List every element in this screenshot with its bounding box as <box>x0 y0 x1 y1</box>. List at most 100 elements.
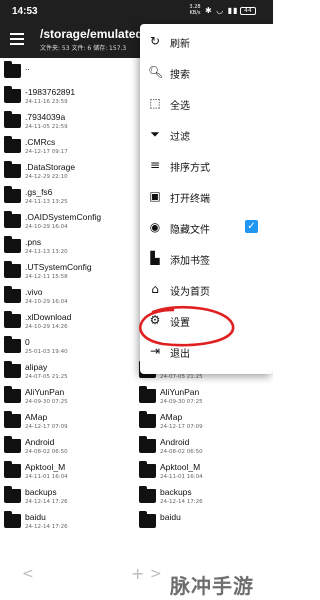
screen: 14:53 3.28 KB/s ✱ ◡ ▮▮ 44 /storage/emula… <box>0 0 273 600</box>
overflow-menu: ↻ 刷新 🔍︎ 搜索 ⬚ 全选 ⏷ 过滤 ≡ 排序方式 ▣ 打开终端 ◉ 隐藏文件 ✓ ▙ 添加书签 ⌂ 设为首页 ⚙… <box>140 24 273 374</box>
file-name: -1983762891 <box>25 87 76 97</box>
forward-button[interactable]: > <box>150 566 162 582</box>
file-date: 24-10-29 16:04 <box>25 224 68 230</box>
menu-item-filter[interactable]: ⏷ 过滤 <box>140 119 273 150</box>
filter-icon: ⏷ <box>150 127 160 141</box>
folder-icon <box>4 261 21 278</box>
file-name: .OAIDSystemConfig <box>25 212 102 222</box>
menu-item-eye[interactable]: ◉ 隐藏文件 ✓ <box>140 212 273 243</box>
file-name: Android <box>25 437 55 447</box>
menu-item-home[interactable]: ⌂ 设为首页 <box>140 274 273 305</box>
file-name: .pns <box>25 237 42 247</box>
refresh-icon: ↻ <box>149 34 161 48</box>
file-name: Apktool_M <box>160 462 201 472</box>
menu-hamburger-icon[interactable] <box>10 33 24 45</box>
file-date: 24-08-02 06:50 <box>160 449 203 455</box>
file-date: 24-12-14 17:26 <box>160 499 203 505</box>
folder-icon <box>4 286 21 303</box>
file-date: 24-08-02 06:50 <box>25 449 68 455</box>
site-watermark: 脉冲手游网 <box>170 574 254 598</box>
file-name: AliYunPan <box>25 387 65 397</box>
folder-icon <box>4 386 21 403</box>
hidden-files-checkbox[interactable]: ✓ <box>245 220 258 233</box>
file-date: 24-07-05 21:25 <box>160 374 203 380</box>
eye-icon: ◉ <box>149 220 161 234</box>
folder-icon <box>4 336 21 353</box>
menu-item-search[interactable]: 🔍︎ 搜索 <box>140 57 273 88</box>
menu-item-label: 搜索 <box>170 70 190 81</box>
folder-icon <box>139 486 156 503</box>
file-name: backups <box>160 487 192 497</box>
file-row-behind-menu[interactable]: AliYunPan 24-09-30 07:25 <box>135 385 273 410</box>
file-name: .7934039a <box>25 112 66 122</box>
file-name: AMap <box>25 412 48 422</box>
folder-icon <box>4 161 21 178</box>
exit-icon: ⇥ <box>149 344 161 358</box>
folder-icon <box>4 511 21 528</box>
menu-item-label: 设为首页 <box>170 287 210 298</box>
file-name: baidu <box>160 512 181 522</box>
file-name: .. <box>25 62 30 72</box>
menu-item-label: 添加书签 <box>170 256 210 267</box>
current-path: /storage/emulated <box>40 27 143 41</box>
file-name: .UTSystemConfig <box>25 262 92 272</box>
folder-icon <box>139 436 156 453</box>
file-date: 24-11-13 13:20 <box>25 249 68 255</box>
file-row-behind-menu[interactable]: Apktool_M 24-11-01 16:04 <box>135 460 273 485</box>
file-date: 24-11-01 16:04 <box>25 474 68 480</box>
file-date: 24-11-05 21:59 <box>25 124 68 130</box>
terminal-icon: ▣ <box>149 189 161 203</box>
file-date: 24-12-14 17:26 <box>25 499 68 505</box>
file-name: .DataStorage <box>25 162 76 172</box>
file-date: 24-12-14 17:26 <box>25 524 68 530</box>
menu-item-refresh[interactable]: ↻ 刷新 <box>140 26 273 57</box>
menu-item-label: 刷新 <box>170 39 190 50</box>
file-date: 24-11-16 23:59 <box>25 99 68 105</box>
file-name: Apktool_M <box>25 462 66 472</box>
folder-icon <box>4 61 21 78</box>
status-bar: 14:53 3.28 KB/s ✱ ◡ ▮▮ 44 <box>0 0 273 24</box>
back-button[interactable]: < <box>22 566 34 582</box>
folder-icon <box>4 236 21 253</box>
menu-item-bookmark[interactable]: ▙ 添加书签 <box>140 243 273 274</box>
status-time: 14:53 <box>12 6 38 17</box>
file-name: 0 <box>25 337 30 347</box>
select-all-icon: ⬚ <box>149 96 161 110</box>
menu-item-select-all[interactable]: ⬚ 全选 <box>140 88 273 119</box>
file-date: 24-12-17 07:09 <box>160 424 203 430</box>
file-name: alipay <box>25 362 48 372</box>
folder-icon <box>4 436 21 453</box>
file-date: 24-12-11 15:58 <box>25 274 68 280</box>
folder-icon <box>4 86 21 103</box>
add-button[interactable]: + <box>131 564 144 583</box>
file-date: 24-09-30 07:25 <box>25 399 68 405</box>
gear-icon: ⚙ <box>149 313 161 327</box>
file-name: baidu <box>25 512 46 522</box>
status-icons: ✱ ◡ ▮▮ <box>205 6 239 15</box>
home-icon: ⌂ <box>151 282 159 296</box>
bookmark-icon: ▙ <box>150 251 160 265</box>
file-date: 24-12-29 22:10 <box>25 174 68 180</box>
menu-item-label: 过滤 <box>170 132 190 143</box>
folder-icon <box>4 486 21 503</box>
file-date: 24-12-17 07:09 <box>25 424 68 430</box>
menu-item-terminal[interactable]: ▣ 打开终端 <box>140 181 273 212</box>
file-name: AliYunPan <box>160 387 200 397</box>
sort-icon: ≡ <box>149 158 161 172</box>
file-name: .gs_fs6 <box>25 187 53 197</box>
folder-icon <box>139 386 156 403</box>
file-date: 24-12-17 09:17 <box>25 149 68 155</box>
folder-icon <box>4 136 21 153</box>
menu-item-exit[interactable]: ⇥ 退出 <box>140 336 273 367</box>
file-row-behind-menu[interactable]: Android 24-08-02 06:50 <box>135 435 273 460</box>
search-icon: 🔍︎ <box>148 65 164 79</box>
file-row-behind-menu[interactable]: AMap 24-12-17 07:09 <box>135 410 273 435</box>
file-date: 24-11-01 16:04 <box>160 474 203 480</box>
menu-item-label: 全选 <box>170 101 190 112</box>
menu-item-gear[interactable]: ⚙ 设置 <box>140 305 273 336</box>
menu-item-sort[interactable]: ≡ 排序方式 <box>140 150 273 181</box>
file-row-behind-menu[interactable]: backups 24-12-14 17:26 <box>135 485 273 510</box>
file-row-behind-menu[interactable]: baidu <box>135 510 273 535</box>
file-date: 24-09-30 07:25 <box>160 399 203 405</box>
folder-icon <box>139 511 156 528</box>
